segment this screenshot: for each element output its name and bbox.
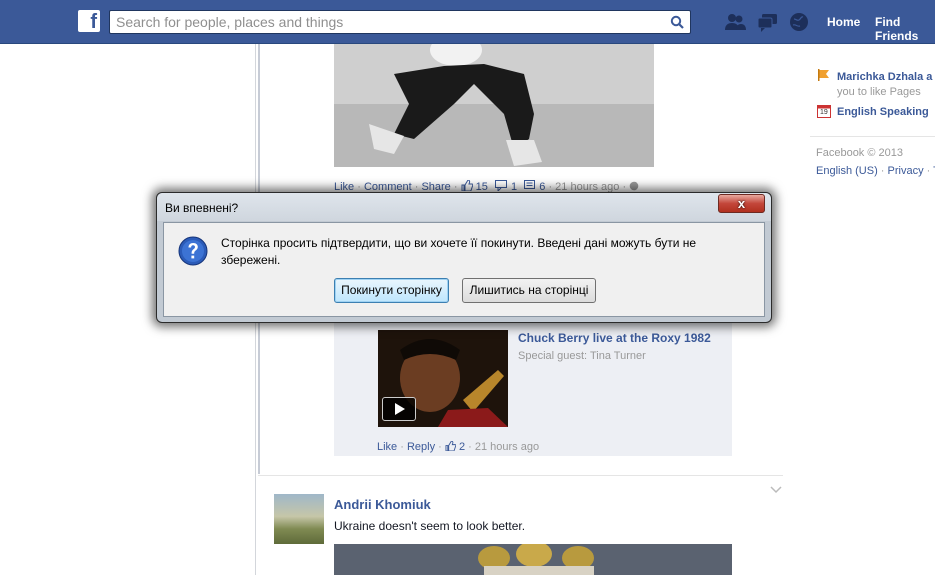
post-author-name[interactable]: Andrii Khomiuk <box>334 497 431 512</box>
dancer-photo-image <box>334 44 654 167</box>
like-page-flag-icon <box>818 69 829 81</box>
dialog-close-button[interactable]: x <box>718 194 765 213</box>
facebook-logo[interactable]: f <box>78 10 100 33</box>
event-name-link[interactable]: English Speaking <box>837 106 929 118</box>
video-subtitle: Special guest: Tina Turner <box>518 350 646 362</box>
notifications-globe-icon[interactable] <box>788 11 810 33</box>
footer-links: English (US) · Privacy · T <box>816 165 935 177</box>
suggestion-subtext: you to like Pages <box>837 86 921 98</box>
dialog-title: Ви впевнені? <box>165 201 239 215</box>
shares-icon <box>494 180 507 193</box>
dialog-titlebar[interactable]: Ви впевнені? x <box>157 193 771 221</box>
comments-icon <box>524 180 536 189</box>
comment-reply-link[interactable]: Reply <box>407 441 435 453</box>
thumbs-up-icon <box>461 179 473 192</box>
dialog-body: Сторінка просить підтвердити, що ви хоче… <box>163 222 765 317</box>
post-text: Ukraine doesn't seem to look better. <box>334 519 526 533</box>
close-icon: x <box>737 196 746 211</box>
right-column-divider <box>810 136 935 137</box>
cathedral-photo-image <box>334 544 732 575</box>
leave-page-button[interactable]: Покинути сторінку <box>334 278 449 303</box>
video-title-link[interactable]: Chuck Berry live at the Roxy 1982 <box>518 331 711 345</box>
top-bar: f Home Find Friends <box>0 0 935 44</box>
search-icon[interactable] <box>670 15 684 29</box>
question-icon <box>178 236 208 266</box>
post-divider <box>258 475 783 476</box>
suggestion-name-link[interactable]: Marichka Dzhala a <box>837 71 932 83</box>
facebook-logo-letter: f <box>90 11 97 33</box>
comment-like-link[interactable]: Like <box>377 441 397 453</box>
footer-language-link[interactable]: English (US) <box>816 165 878 177</box>
calendar-day: 19 <box>820 109 828 116</box>
right-column: Marichka Dzhala a you to like Pages 19 E… <box>810 44 935 575</box>
nav-home-link[interactable]: Home <box>827 15 860 29</box>
chevron-down-icon[interactable] <box>770 486 782 494</box>
nav-find-friends-link[interactable]: Find Friends <box>875 15 935 43</box>
footer-privacy-link[interactable]: Privacy <box>888 165 924 177</box>
comment-thumbs-up-icon <box>445 440 457 452</box>
leave-page-dialog: Ви впевнені? x Сторінка просить підтверд… <box>156 192 772 323</box>
play-icon <box>395 403 405 415</box>
dialog-message: Сторінка просить підтвердити, що ви хоче… <box>221 236 697 267</box>
comment-action-row: Like · Reply · 2 · 21 hours ago <box>377 440 540 453</box>
post-photo-cathedral[interactable] <box>334 544 732 575</box>
search-input[interactable] <box>110 11 650 33</box>
post-photo-dancer[interactable] <box>334 44 654 167</box>
friend-requests-icon[interactable] <box>724 11 746 33</box>
jewel-bar <box>724 11 814 33</box>
public-globe-icon <box>629 181 639 191</box>
stay-on-page-button[interactable]: Лишитись на сторінці <box>462 278 596 303</box>
author-avatar[interactable] <box>274 494 324 544</box>
video-play-button[interactable] <box>382 397 416 421</box>
comment-timestamp[interactable]: 21 hours ago <box>475 441 539 453</box>
copyright-text: Facebook © 2013 <box>816 147 903 159</box>
comment-likes-count[interactable]: 2 <box>459 441 465 453</box>
messages-icon[interactable] <box>757 11 779 33</box>
search-box <box>109 10 691 34</box>
video-thumbnail[interactable] <box>378 330 508 427</box>
